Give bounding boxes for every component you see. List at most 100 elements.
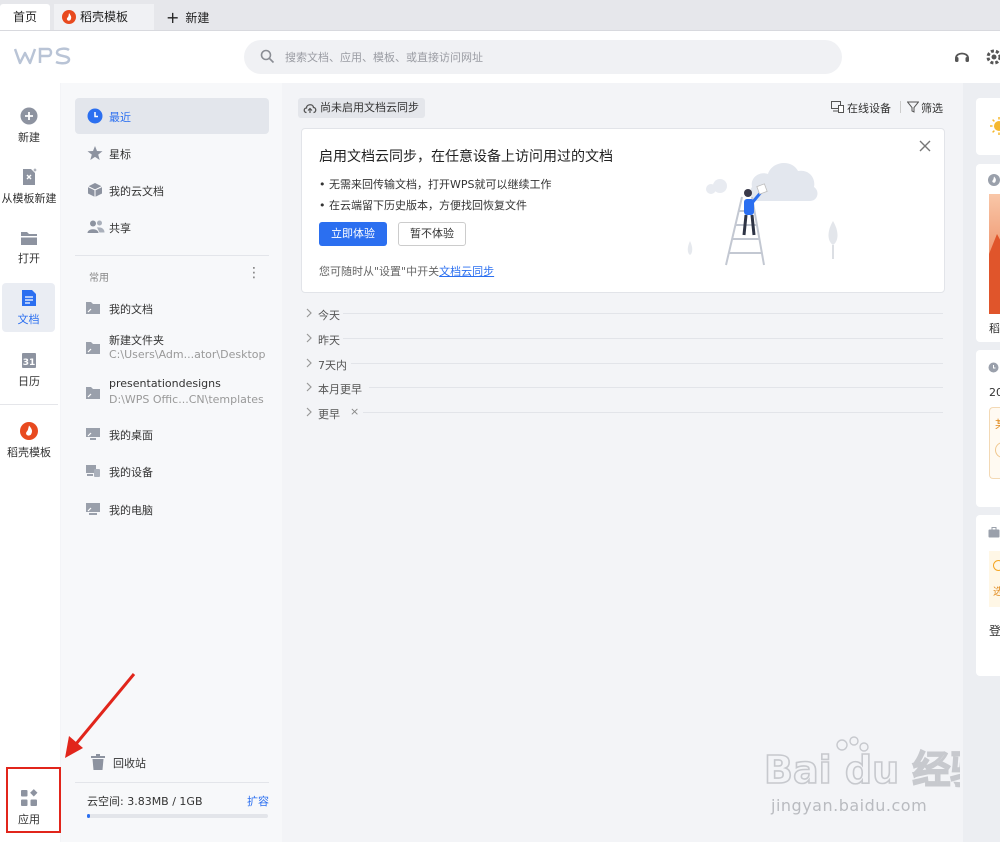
filter-label: 筛选 <box>921 102 943 115</box>
template-preview-image <box>989 194 1000 314</box>
new-tab-label: 新建 <box>185 11 210 25</box>
computer-icon <box>86 503 100 515</box>
watermark-url: jingyan.baidu.com <box>771 796 928 815</box>
template-card[interactable]: 稻 <box>976 164 1000 342</box>
rail-open-label: 打开 <box>18 252 40 265</box>
cube-icon <box>87 183 103 197</box>
nav-shared[interactable]: 共享 <box>75 209 269 245</box>
template-doc-icon <box>23 168 38 185</box>
event-marker <box>995 442 1000 458</box>
nav-recent[interactable]: 最近 <box>75 98 269 134</box>
rail-from-template-label: 从模板新建 <box>1 192 57 205</box>
header: 搜索文档、应用、模板、或直接访问网址 <box>0 31 1000 83</box>
new-tab-button[interactable]: + 新建 <box>166 4 209 30</box>
rail-calendar-label: 日历 <box>18 375 40 388</box>
cloud-sync-setting-link[interactable]: 文档云同步 <box>439 265 494 278</box>
group-divider <box>343 313 943 314</box>
group-label: 昨天 <box>318 334 340 347</box>
main-content: 尚未启用文档云同步 在线设备 筛选 启用文档云同步，在任意设备上访问用过的文档 … <box>283 83 963 842</box>
folder-link-icon <box>86 387 100 399</box>
group-yesterday[interactable]: 昨天 <box>301 327 943 351</box>
briefcase-icon <box>988 527 1000 538</box>
apps-highlight-box <box>6 767 61 833</box>
online-devices-button[interactable]: 在线设备 <box>831 100 891 116</box>
group-divider <box>343 338 943 339</box>
expand-link[interactable]: 扩容 <box>247 793 269 809</box>
calendar-icon-text: 31 <box>23 358 36 368</box>
chevron-right-icon <box>306 333 312 343</box>
folder-item[interactable]: 我的桌面 <box>75 425 269 445</box>
calendar-icon: 31 <box>22 353 36 368</box>
daoke-flame-icon <box>20 422 38 440</box>
group-clear-icon[interactable]: × <box>350 405 359 418</box>
card-bullet: • 无需来回传输文档，打开WPS就可以继续工作 <box>319 178 552 191</box>
devices-icon <box>86 465 100 477</box>
folder-name: 我的设备 <box>109 466 153 479</box>
promo-card[interactable]: 选 登 <box>976 515 1000 676</box>
group-7days[interactable]: 7天内 <box>301 352 943 376</box>
cloud-sync-icon <box>303 104 317 114</box>
folder-item[interactable]: 我的设备 <box>75 462 269 482</box>
tab-home[interactable]: 首页 <box>0 4 50 30</box>
nav-recent-label: 最近 <box>109 111 131 124</box>
headset-icon[interactable] <box>953 48 971 66</box>
rail-docs[interactable]: 文档 <box>2 283 55 332</box>
cloud-ladder-illustration <box>687 163 838 266</box>
promo-banner: 选 <box>989 551 1000 607</box>
plus-circle-icon <box>20 107 38 125</box>
rail-docs-label: 文档 <box>17 313 40 326</box>
rail-open[interactable]: 打开 <box>0 230 58 266</box>
watermark-logo: Bai du 经验 <box>764 748 960 792</box>
group-today[interactable]: 今天 <box>301 302 943 326</box>
group-label: 今天 <box>318 309 340 322</box>
folder-link-icon <box>86 302 100 314</box>
baidu-watermark: Bai du 经验 <box>763 736 960 793</box>
template-card-label: 稻 <box>989 322 1000 335</box>
not-now-button[interactable]: 暂不体验 <box>398 222 466 246</box>
gear-icon[interactable] <box>985 48 1000 66</box>
folder-item[interactable]: 我的电脑 <box>75 500 269 520</box>
rail-new[interactable]: 新建 <box>0 107 58 145</box>
close-icon[interactable] <box>918 139 932 153</box>
more-icon[interactable]: ⋮ <box>247 265 261 281</box>
daoke-icon <box>62 10 76 24</box>
cloud-sync-card: 启用文档云同步，在任意设备上访问用过的文档 • 无需来回传输文档，打开WPS就可… <box>301 128 945 293</box>
group-earlier[interactable]: 更早 × <box>301 401 943 425</box>
chevron-right-icon <box>306 382 312 392</box>
rail-template[interactable]: 稻壳模板 <box>0 422 61 460</box>
tab-template[interactable]: 稻壳模板 <box>54 4 154 30</box>
rail-from-template[interactable]: 从模板新建 <box>0 168 61 206</box>
folder-icon <box>21 232 37 245</box>
weather-card[interactable] <box>976 98 1000 155</box>
group-this-month[interactable]: 本月更早 <box>301 376 943 400</box>
nav-my-cloud[interactable]: 我的云文档 <box>75 172 269 208</box>
card-bullet: • 在云端留下历史版本，方便找回恢复文件 <box>319 199 527 212</box>
folder-name: 我的文档 <box>109 303 153 316</box>
wps-logo <box>14 47 71 65</box>
folder-item[interactable]: presentationdesigns D:\WPS Offic...CN\te… <box>75 377 269 409</box>
nav-my-cloud-label: 我的云文档 <box>109 185 164 198</box>
calendar-card[interactable]: 20 某 <box>976 350 1000 507</box>
cloud-space-fill <box>87 814 90 818</box>
devices-icon <box>831 101 844 113</box>
annotation-arrow <box>65 673 136 758</box>
card-tip: 您可随时从"设置"中开关文档云同步 <box>319 263 494 279</box>
tab-template-label: 稻壳模板 <box>80 10 129 24</box>
nav-starred[interactable]: 星标 <box>75 135 269 171</box>
search-icon <box>260 49 275 64</box>
search-placeholder: 搜索文档、应用、模板、或直接访问网址 <box>285 51 483 64</box>
online-devices-label: 在线设备 <box>847 102 891 115</box>
folder-item[interactable]: 我的文档 <box>75 299 269 319</box>
nav-divider <box>75 255 269 256</box>
search-bar[interactable]: 搜索文档、应用、模板、或直接访问网址 <box>244 40 842 74</box>
filter-button[interactable]: 筛选 <box>907 100 943 116</box>
try-now-button[interactable]: 立即体验 <box>319 222 387 246</box>
folder-name: 新建文件夹 <box>109 334 164 347</box>
sync-status-badge[interactable]: 尚未启用文档云同步 <box>298 98 425 118</box>
people-icon <box>87 220 105 233</box>
desktop-link-icon <box>86 428 100 440</box>
rail-calendar[interactable]: 31 日历 <box>0 351 58 389</box>
group-label: 更早 <box>318 408 340 421</box>
folder-item[interactable]: 新建文件夹 C:\Users\Adm...ator\Desktop <box>75 332 269 364</box>
plus-icon: + <box>166 8 180 27</box>
